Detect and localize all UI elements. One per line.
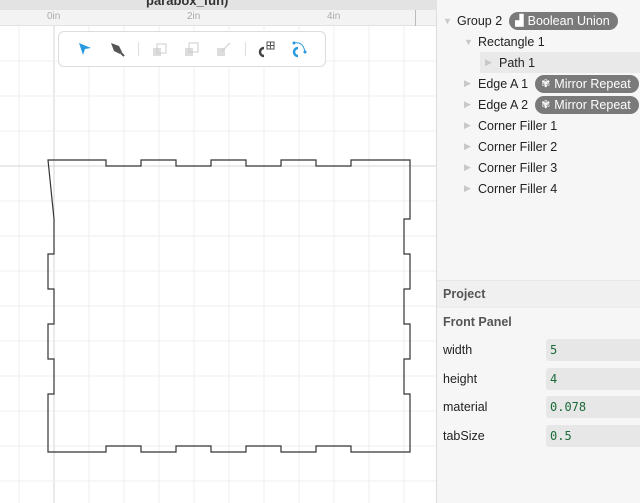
param-label: height <box>443 371 478 386</box>
section-header-project: Project <box>437 280 640 308</box>
sidebar: ▼ Group 2 ▟ Boolean Union ▼ Rectangle 1 ▶ Pat… <box>437 0 640 503</box>
drawing-surface[interactable] <box>0 10 437 503</box>
select-tool-button[interactable] <box>69 35 101 63</box>
send-back-button[interactable] <box>176 35 208 63</box>
disclosure-collapsed-icon[interactable]: ▶ <box>485 57 499 68</box>
pen-tool-button[interactable] <box>101 35 133 63</box>
tabsize-field[interactable]: 0.5 <box>546 424 640 447</box>
layer-item-group-2[interactable]: ▼ Group 2 ▟ Boolean Union <box>443 10 618 31</box>
boolean-back-icon <box>185 42 199 56</box>
boolean-front-icon <box>153 43 167 56</box>
snap-points-icon <box>292 41 307 58</box>
layer-label: Corner Filler 4 <box>478 181 558 196</box>
disclosure-expanded-icon[interactable]: ▼ <box>443 16 457 26</box>
ruler-label: 0in <box>47 11 61 22</box>
layer-label: Edge A 1 <box>478 76 529 91</box>
window-title: parabox_fun) <box>146 0 229 8</box>
disclosure-collapsed-icon[interactable]: ▶ <box>464 141 478 152</box>
snap-grid-icon <box>258 41 275 58</box>
layer-item-edge-a-2[interactable]: ▶ Edge A 2 ✾ Mirror Repeat <box>464 94 639 115</box>
param-row-material: material 0.078 <box>437 393 640 422</box>
boolean-union-icon: ▟ <box>515 15 524 27</box>
window-title-bar: parabox_fun) <box>0 0 437 10</box>
snap-grid-button[interactable] <box>251 35 283 63</box>
butterfly-icon: ✾ <box>541 99 551 111</box>
param-row-tabsize: tabSize 0.5 <box>437 422 640 451</box>
param-row-height: height 4 <box>437 365 640 394</box>
mirror-repeat-badge: ✾ Mirror Repeat <box>535 95 639 114</box>
layer-label: Edge A 2 <box>478 97 529 112</box>
bring-front-button[interactable] <box>144 35 176 63</box>
transform-button[interactable] <box>208 35 240 63</box>
layer-label: Corner Filler 2 <box>478 139 558 154</box>
layer-label: Group 2 <box>457 13 503 28</box>
ruler-label: 2in <box>187 11 201 22</box>
disclosure-expanded-icon[interactable]: ▼ <box>464 37 478 47</box>
select-arrow-icon <box>79 43 91 55</box>
horizontal-ruler: 0in 2in 4in <box>0 10 436 26</box>
ruler-end-marker <box>415 10 416 26</box>
layer-label: Rectangle 1 <box>478 34 545 49</box>
layer-item-corner-filler-3[interactable]: ▶ Corner Filler 3 <box>464 157 557 178</box>
canvas[interactable]: 0in 2in 4in <box>0 10 437 503</box>
boolean-union-badge: ▟ Boolean Union <box>509 11 618 30</box>
badge-label: Mirror Repeat <box>554 97 631 112</box>
layer-label: Corner Filler 3 <box>478 160 558 175</box>
disclosure-collapsed-icon[interactable]: ▶ <box>464 120 478 131</box>
layer-item-corner-filler-4[interactable]: ▶ Corner Filler 4 <box>464 178 557 199</box>
butterfly-icon: ✾ <box>541 78 551 90</box>
layer-item-edge-a-1[interactable]: ▶ Edge A 1 ✾ Mirror Repeat <box>464 73 639 94</box>
layer-label: Corner Filler 1 <box>478 118 558 133</box>
mirror-repeat-badge: ✾ Mirror Repeat <box>535 74 639 93</box>
disclosure-collapsed-icon[interactable]: ▶ <box>464 183 478 194</box>
layer-item-path-1[interactable]: ▶ Path 1 <box>480 52 640 73</box>
disclosure-collapsed-icon[interactable]: ▶ <box>464 99 478 110</box>
group-header-front-panel: Front Panel <box>443 315 512 329</box>
param-label: material <box>443 400 488 415</box>
toolbar-divider <box>245 42 246 56</box>
ruler-label: 4in <box>327 11 341 22</box>
material-field[interactable]: 0.078 <box>546 396 640 419</box>
layer-item-rectangle-1[interactable]: ▼ Rectangle 1 <box>464 31 545 52</box>
width-field[interactable]: 5 <box>546 339 640 362</box>
disclosure-collapsed-icon[interactable]: ▶ <box>464 78 478 89</box>
badge-label: Mirror Repeat <box>554 76 631 91</box>
param-label: width <box>443 343 473 358</box>
badge-label: Boolean Union <box>527 13 610 28</box>
param-label: tabSize <box>443 428 485 443</box>
transform-icon <box>217 42 231 56</box>
layer-item-corner-filler-2[interactable]: ▶ Corner Filler 2 <box>464 136 557 157</box>
snap-points-button[interactable] <box>283 35 315 63</box>
height-field[interactable]: 4 <box>546 367 640 390</box>
param-row-width: width 5 <box>437 336 640 365</box>
pen-icon <box>111 43 125 57</box>
layer-label: Path 1 <box>499 55 536 70</box>
disclosure-collapsed-icon[interactable]: ▶ <box>464 162 478 173</box>
canvas-toolbar <box>58 31 326 67</box>
toolbar-divider <box>138 42 139 56</box>
inspector-panel: Project Front Panel width 5 height 4 mater… <box>437 280 640 450</box>
layer-item-corner-filler-1[interactable]: ▶ Corner Filler 1 <box>464 115 557 136</box>
